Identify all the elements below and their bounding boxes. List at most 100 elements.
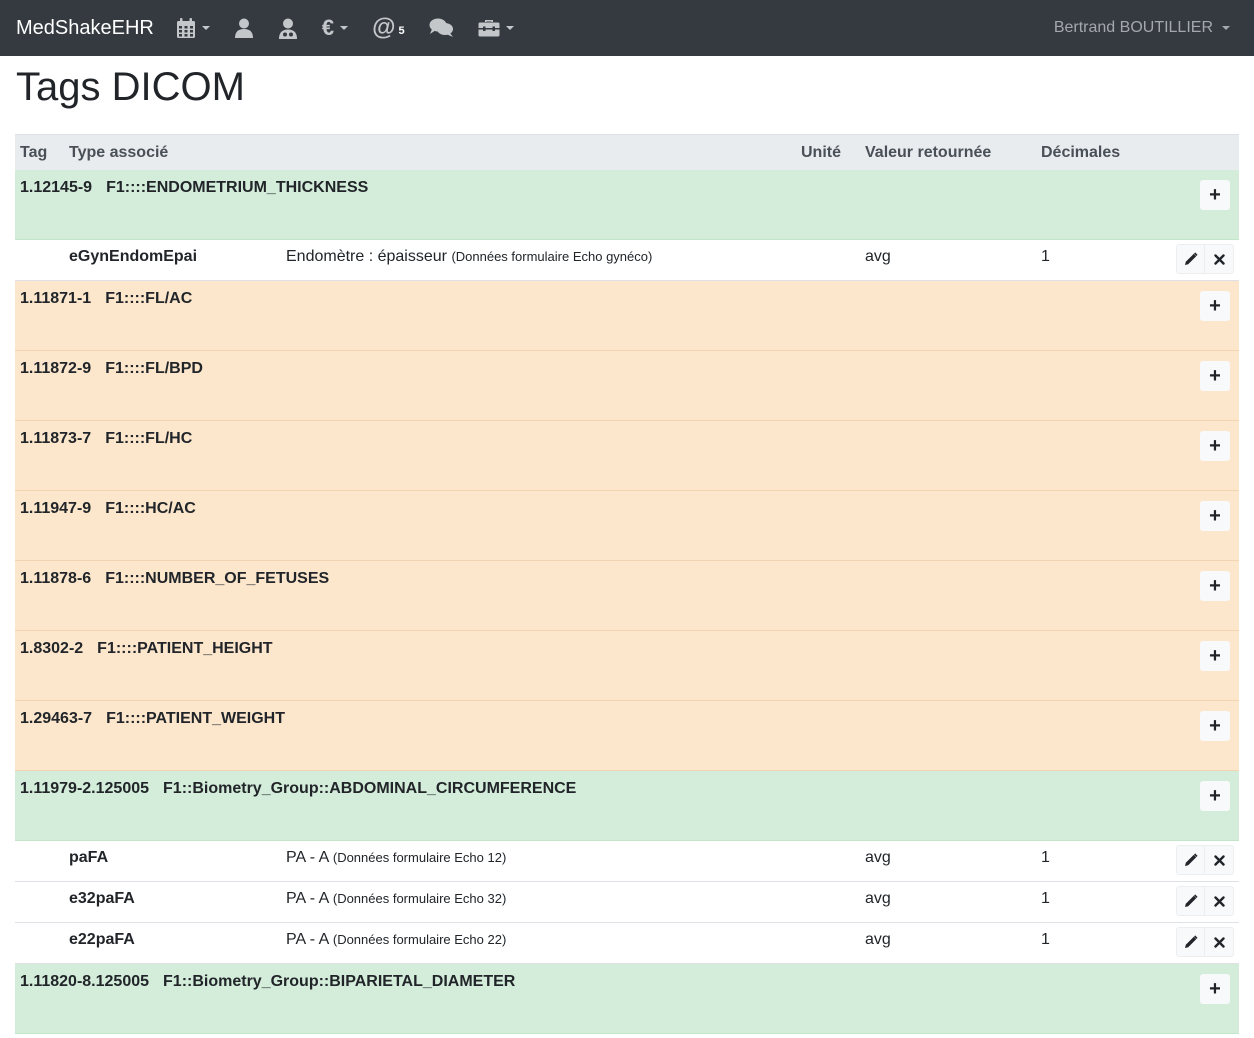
group-tag: 1.11872-9 [20, 360, 92, 377]
delete-button[interactable] [1205, 244, 1234, 274]
group-tag: 1.12145-9 [20, 179, 93, 196]
item-label: PA - A (Données formulaire Echo 22) [286, 931, 507, 948]
row-actions [1176, 886, 1234, 916]
pencil-icon [1184, 935, 1198, 948]
group-tag: 1.11979-2.125005 [20, 780, 150, 797]
table-row: e22paFA PA - A (Données formulaire Echo … [15, 923, 1239, 964]
group-name: F1::::NUMBER_OF_FETUSES [105, 570, 330, 587]
group-name: F1::Biometry_Group::ABDOMINAL_CIRCUMFERE… [163, 780, 577, 797]
tag-group-row: 1.29463-7 F1::::PATIENT_WEIGHT + [15, 701, 1239, 771]
group-name: F1::Biometry_Group::BIPARIETAL_DIAMETER [163, 973, 516, 990]
tag-group-row: 1.11979-2.125005 F1::Biometry_Group::ABDO… [15, 771, 1239, 841]
item-source: (Données formulaire Echo 32) [332, 891, 507, 906]
delete-button[interactable] [1205, 927, 1234, 957]
tag-group-row: 1.8302-2 F1::::PATIENT_HEIGHT + [15, 631, 1239, 701]
edit-button[interactable] [1176, 927, 1205, 957]
group-title: 1.11979-2.125005 F1::Biometry_Group::ABDO… [20, 780, 576, 798]
billing-menu[interactable]: € [321, 15, 349, 40]
item-decimales: 1 [1041, 931, 1050, 948]
group-title: 1.12145-9 F1::::ENDOMETRIUM_THICKNESS [20, 179, 368, 197]
times-icon [1213, 895, 1225, 907]
add-button[interactable]: + [1200, 291, 1230, 321]
item-code: e22paFA [69, 931, 135, 948]
add-button[interactable]: + [1200, 571, 1230, 601]
group-tag: 1.11947-9 [20, 500, 92, 517]
times-icon [1213, 253, 1225, 265]
group-title: 1.11871-1 F1::::FL/AC [20, 290, 192, 308]
dicom-tags-table: Tag Type associé Unité Valeur retournée … [15, 134, 1239, 1034]
add-button[interactable]: + [1200, 641, 1230, 671]
pencil-icon [1184, 894, 1198, 907]
tag-group-row: 1.11878-6 F1::::NUMBER_OF_FETUSES + [15, 561, 1239, 631]
chevron-down-icon [201, 26, 210, 30]
patients-menu[interactable] [234, 18, 254, 38]
add-button[interactable]: + [1200, 711, 1230, 741]
user-menu[interactable]: Bertrand BOUTILLIER [1054, 0, 1230, 56]
item-valeur: avg [865, 931, 891, 948]
chevron-down-icon [505, 26, 514, 30]
add-button[interactable]: + [1200, 431, 1230, 461]
row-actions [1176, 845, 1234, 875]
item-decimales: 1 [1041, 849, 1050, 866]
nav-icons: € @ 5 [176, 16, 538, 40]
mail-menu[interactable]: @ 5 [372, 16, 405, 40]
add-button[interactable]: + [1200, 361, 1230, 391]
calendar-menu[interactable] [176, 17, 210, 39]
tag-group-row: 1.11820-8.125005 F1::Biometry_Group::BIPA… [15, 964, 1239, 1034]
tools-menu[interactable] [478, 19, 514, 37]
page-title: Tags DICOM [16, 65, 245, 109]
table-header: Tag Type associé Unité Valeur retournée … [15, 134, 1239, 170]
group-name: F1::::HC/AC [105, 500, 196, 517]
group-name: F1::::FL/AC [105, 290, 193, 307]
add-button[interactable]: + [1200, 974, 1230, 1004]
table-row: paFA PA - A (Données formulaire Echo 12)… [15, 841, 1239, 882]
group-tag: 1.29463-7 [20, 710, 93, 727]
add-button[interactable]: + [1200, 180, 1230, 210]
group-tag: 1.11873-7 [20, 430, 92, 447]
user-icon [234, 18, 253, 38]
group-title: 1.11947-9 F1::::HC/AC [20, 500, 196, 518]
item-decimales: 1 [1041, 890, 1050, 907]
item-label: Endomètre : épaisseur (Données formulair… [286, 248, 653, 265]
group-name: F1::::FL/HC [105, 430, 193, 447]
group-title: 1.11872-9 F1::::FL/BPD [20, 360, 203, 378]
doctor-icon [278, 18, 297, 39]
item-source: (Données formulaire Echo 12) [332, 850, 507, 865]
top-navbar: MedShakeEHR € @ 5 Bertrand BOUTILLIER [0, 0, 1254, 56]
edit-button[interactable] [1176, 244, 1205, 274]
group-tag: 1.8302-2 [20, 640, 84, 657]
header-type: Type associé [69, 144, 169, 161]
item-label: PA - A (Données formulaire Echo 12) [286, 849, 507, 866]
table-row: e32paFA PA - A (Données formulaire Echo … [15, 882, 1239, 923]
group-title: 1.11878-6 F1::::NUMBER_OF_FETUSES [20, 570, 329, 588]
row-actions [1176, 927, 1234, 957]
doctors-menu[interactable] [278, 18, 298, 39]
row-actions [1176, 244, 1234, 274]
pencil-icon [1184, 853, 1198, 866]
messages-menu[interactable] [429, 18, 454, 38]
brand-link[interactable]: MedShakeEHR [16, 17, 154, 40]
add-button[interactable]: + [1200, 501, 1230, 531]
add-button[interactable]: + [1200, 781, 1230, 811]
euro-icon: € [321, 15, 335, 40]
comments-icon [429, 18, 453, 37]
at-icon: @ [372, 14, 396, 41]
user-name: Bertrand BOUTILLIER [1053, 19, 1213, 36]
delete-button[interactable] [1205, 886, 1234, 916]
table-row: eGynEndomEpai Endomètre : épaisseur (Don… [15, 240, 1239, 281]
tag-group-row: 1.11871-1 F1::::FL/AC + [15, 281, 1239, 351]
group-tag: 1.11871-1 [20, 290, 92, 307]
header-decimales: Décimales [1041, 144, 1121, 161]
group-name: F1::::PATIENT_HEIGHT [97, 640, 273, 657]
item-code: e32paFA [69, 890, 135, 907]
pencil-icon [1184, 252, 1198, 265]
item-code: paFA [69, 849, 109, 866]
delete-button[interactable] [1205, 845, 1234, 875]
header-tag: Tag [20, 144, 48, 161]
item-valeur: avg [865, 849, 891, 866]
item-valeur: avg [865, 890, 891, 907]
chevron-down-icon [340, 26, 349, 30]
edit-button[interactable] [1176, 845, 1205, 875]
mail-count-badge: 5 [398, 25, 405, 37]
edit-button[interactable] [1176, 886, 1205, 916]
